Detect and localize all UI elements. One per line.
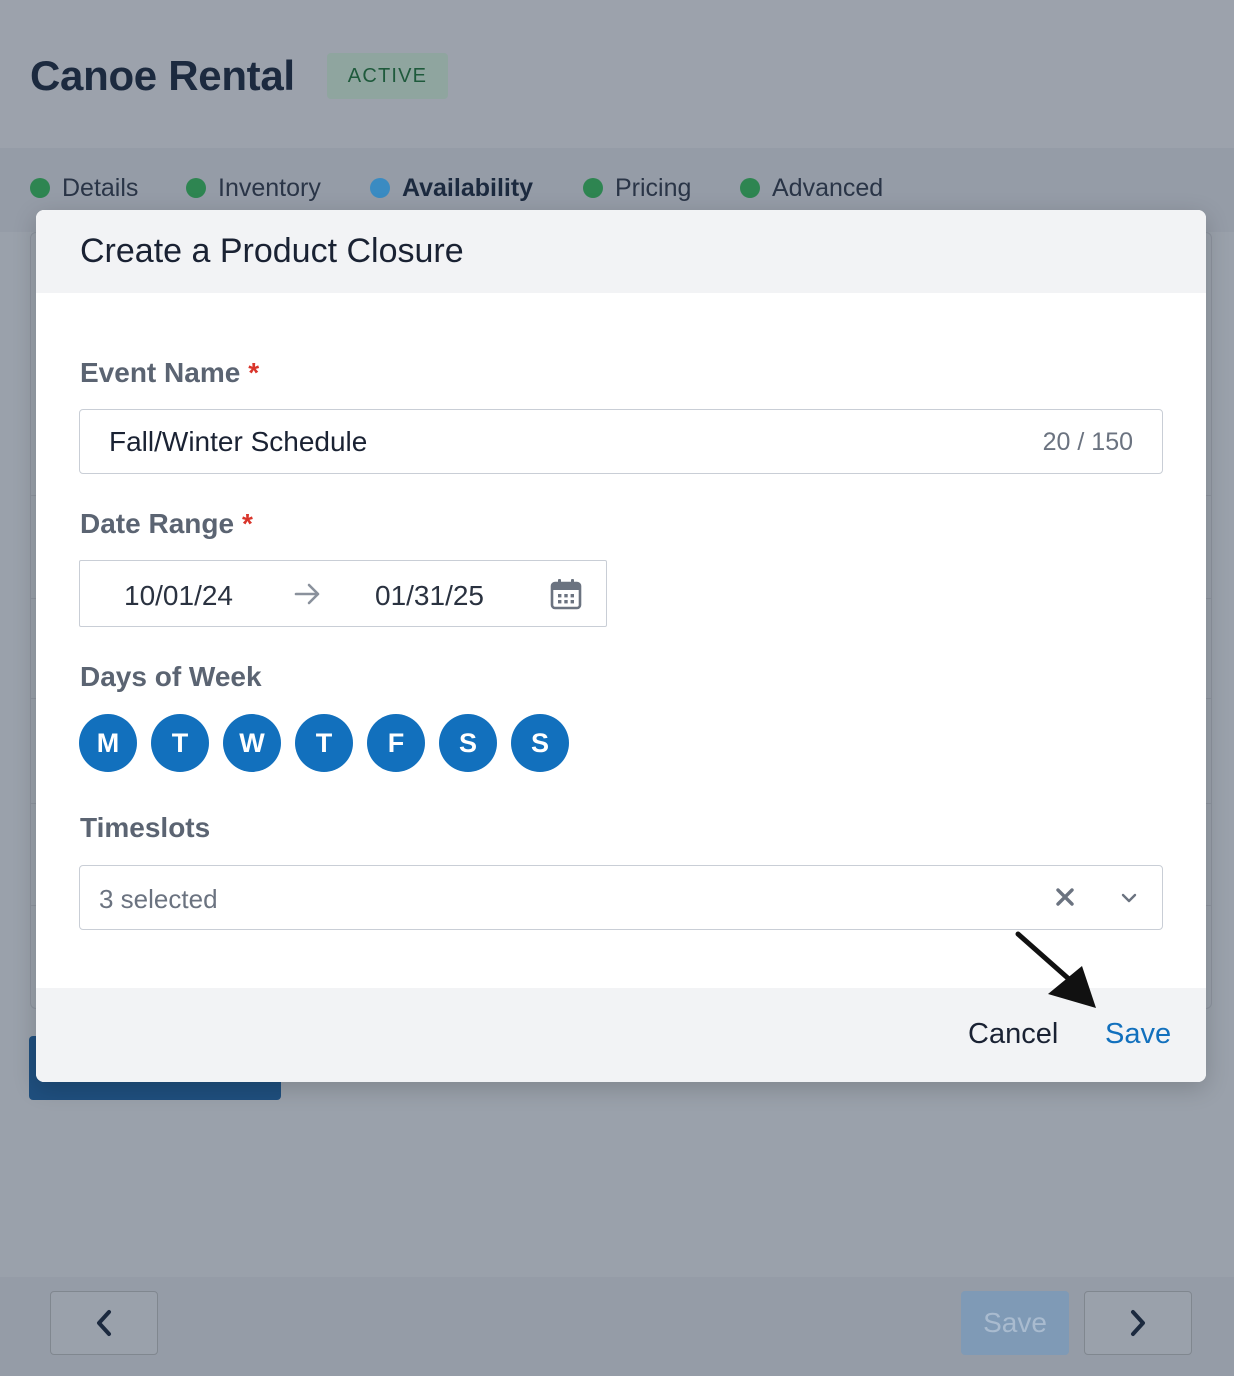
step-details[interactable]: Details	[30, 172, 138, 204]
days-of-week-label: Days of Week	[80, 661, 262, 692]
day-toggle-thursday[interactable]: T	[295, 714, 353, 772]
day-toggle-saturday[interactable]: S	[439, 714, 497, 772]
step-status-dot	[370, 178, 390, 198]
modal-title: Create a Product Closure	[80, 232, 464, 270]
timeslots-label: Timeslots	[80, 812, 211, 843]
footer-save-button[interactable]: Save	[961, 1291, 1069, 1355]
close-icon[interactable]	[1055, 887, 1075, 907]
step-status-dot	[583, 178, 603, 198]
date-range-label-text: Date Range	[80, 508, 235, 539]
previous-button[interactable]	[50, 1291, 158, 1355]
page-title: Canoe Rental	[30, 52, 295, 99]
status-badge: ACTIVE	[327, 53, 448, 99]
required-marker: *	[248, 357, 260, 388]
chevron-down-icon[interactable]	[1120, 892, 1138, 904]
step-status-dot	[30, 178, 50, 198]
event-name-input[interactable]: Fall/Winter Schedule 20 / 150	[79, 409, 1163, 474]
timeslots-value: 3 selected	[99, 884, 218, 914]
modal-header: Create a Product Closure	[36, 210, 1206, 293]
required-marker: *	[242, 508, 253, 539]
day-toggle-tuesday[interactable]: T	[151, 714, 209, 772]
step-advanced[interactable]: Advanced	[740, 172, 883, 204]
step-label: Inventory	[218, 173, 321, 202]
step-pricing[interactable]: Pricing	[583, 172, 691, 204]
cancel-button[interactable]: Cancel	[968, 1018, 1058, 1051]
start-date-input[interactable]: 10/01/24	[124, 580, 233, 612]
save-button[interactable]: Save	[1105, 1018, 1171, 1051]
next-button[interactable]	[1084, 1291, 1192, 1355]
step-label: Details	[62, 173, 139, 202]
event-name-label-text: Event Name	[80, 357, 241, 388]
step-label: Pricing	[615, 173, 692, 202]
chevron-left-icon	[97, 1310, 111, 1336]
day-toggle-sunday[interactable]: S	[511, 714, 569, 772]
character-counter: 20 / 150	[1042, 428, 1133, 456]
pointer-arrow-icon	[1015, 931, 1096, 1008]
step-inventory[interactable]: Inventory	[186, 172, 321, 204]
timeslots-select[interactable]: 3 selected	[79, 865, 1163, 930]
end-date-input[interactable]: 01/31/25	[375, 580, 484, 612]
date-range-picker[interactable]: 10/01/24 01/31/25	[79, 560, 607, 627]
day-toggle-wednesday[interactable]: W	[223, 714, 281, 772]
arrow-right-icon	[294, 583, 320, 605]
calendar-icon[interactable]	[550, 578, 582, 610]
event-name-value: Fall/Winter Schedule	[109, 426, 368, 457]
date-range-label: Date Range *	[80, 508, 253, 540]
day-toggle-monday[interactable]: M	[79, 714, 137, 772]
step-status-dot	[740, 178, 760, 198]
day-toggle-friday[interactable]: F	[367, 714, 425, 772]
step-availability[interactable]: Availability	[370, 172, 533, 204]
step-status-dot	[186, 178, 206, 198]
step-label: Availability	[402, 173, 534, 202]
chevron-right-icon	[1131, 1310, 1145, 1336]
step-label: Advanced	[772, 173, 884, 202]
event-name-label: Event Name *	[80, 357, 259, 389]
